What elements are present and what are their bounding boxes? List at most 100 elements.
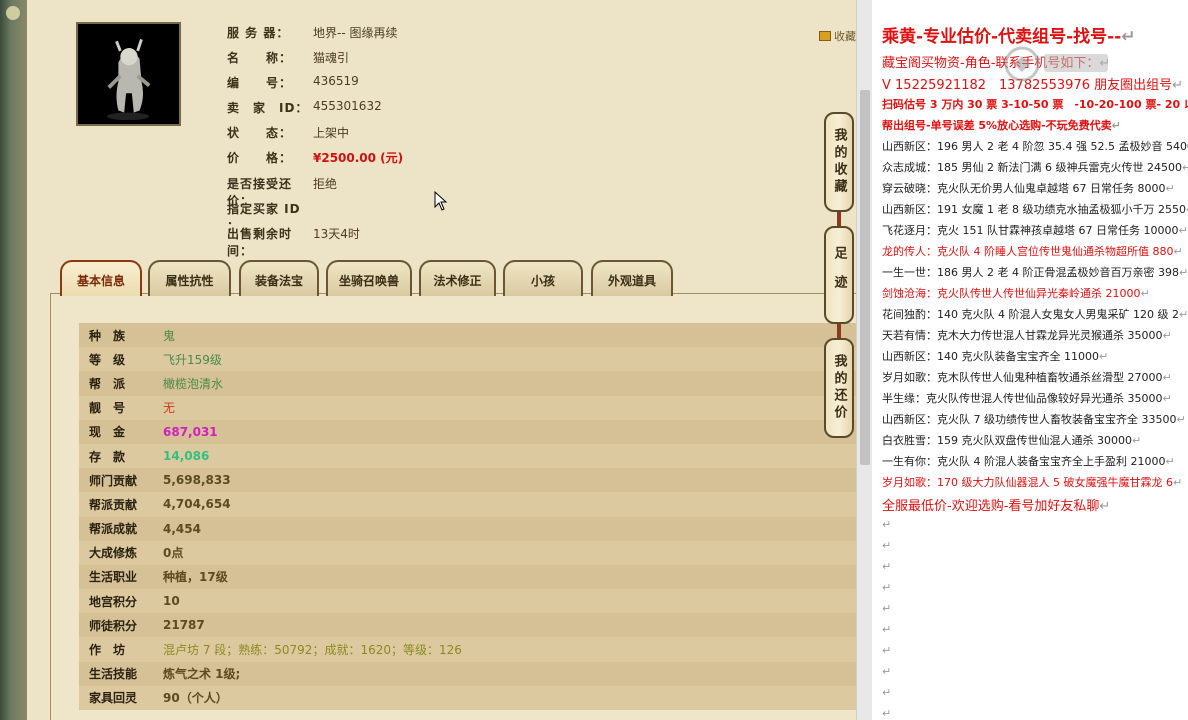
stats-value: 10	[163, 594, 180, 609]
paragraph-mark-icon: ↵	[1162, 329, 1172, 342]
paragraph-mark-icon: ↵	[1131, 434, 1142, 447]
document-line: 剑蚀沧海：克火队传世人传世仙异光秦岭通杀 21000↵	[882, 285, 1150, 301]
stats-row: 师门贡献 5,698,833	[79, 468, 856, 493]
document-line-text: 全服最低价-欢迎选购-看号加好友私聊	[882, 499, 1100, 514]
info-row: 状 态： 上架中	[227, 124, 349, 144]
stats-key: 生活技能	[89, 667, 138, 682]
info-row: 出售剩余时间： 13天4时	[227, 225, 360, 258]
paragraph-mark-icon: ↵	[1181, 161, 1188, 174]
tab-4[interactable]: 法术修正	[419, 260, 496, 296]
document-line-text: 山西新区：140 克火队装备宝宝齐全 11000	[882, 350, 1099, 363]
document-line: 白衣胜雪：159 克火队双盘传世仙混人通杀 30000↵	[882, 432, 1141, 448]
add-favorite-link[interactable]: 收藏	[819, 28, 856, 44]
stats-row: 存 款 14,086	[79, 443, 856, 469]
stats-row: 大成修炼 0点	[79, 540, 856, 565]
side-button-label: 我的收藏	[831, 128, 847, 196]
page-scrollbar[interactable]	[856, 0, 872, 720]
empty-paragraph-mark-icon: ↵	[882, 539, 892, 552]
empty-paragraph-mark-icon: ↵	[882, 623, 892, 636]
document-line: 花间独酌：140 克火队 4 阶混人女鬼女人男鬼采矿 120 级 2↵	[882, 306, 1188, 322]
tab-1[interactable]: 属性抗性	[148, 260, 231, 296]
tab-3[interactable]: 坐骑召唤兽	[326, 260, 412, 296]
stats-key: 帮 派	[89, 376, 126, 391]
document-line-text: 穿云破晓：克火队无价男人仙鬼卓越塔 67 日常任务 8000	[882, 182, 1166, 195]
stats-row: 等 级 飞升159级	[79, 347, 856, 372]
detail-panel: 种 族 鬼等 级 飞升159级帮 派 橄榄泡清水靓 号 无现 金 687,031 存 款 14…	[50, 293, 856, 720]
document-line: 飞花逐月：克火 151 队甘霖神孩卓越塔 67 日常任务 10000↵	[882, 222, 1188, 238]
document-line: 穿云破晓：克火队无价男人仙鬼卓越塔 67 日常任务 8000↵	[882, 180, 1175, 196]
document-line: 山西新区：140 克火队装备宝宝齐全 11000↵	[882, 348, 1108, 364]
trade-item-page: 服 务 器： 地界-- 图缘再续名 称： 猫魂引编 号： 436519 卖 家 ID： 4…	[27, 0, 856, 720]
stats-key: 现 金	[89, 425, 126, 440]
stats-value: 4,454	[163, 521, 201, 536]
stats-value: 种植，17级	[163, 570, 228, 585]
document-line-text: 众志成城：185 男仙 2 新法门满 6 级神兵雷克火传世 24500	[882, 161, 1182, 174]
document-line-text: 山西新区：克火队 7 级功绩传世人畜牧装备宝宝齐全 33500	[882, 413, 1177, 426]
paragraph-mark-icon: ↵	[1165, 455, 1175, 468]
stats-key: 存 款	[89, 449, 126, 464]
info-label: 名 称：	[227, 51, 293, 65]
paragraph-mark-icon: ↵	[1099, 499, 1111, 514]
info-row: 服 务 器： 地界-- 图缘再续	[227, 24, 397, 44]
stats-row: 种 族鬼	[79, 323, 856, 348]
add-favorite-label: 收藏	[834, 30, 856, 43]
tab-5[interactable]: 小孩	[503, 260, 583, 296]
info-row: 指定买家 ID ：	[227, 200, 313, 233]
stats-key: 生活职业	[89, 570, 138, 585]
stats-row: 地宫积分 10	[79, 589, 856, 614]
stats-row: 现 金 687,031	[79, 419, 856, 444]
empty-paragraph-mark-icon: ↵	[882, 665, 892, 678]
paragraph-mark-icon: ↵	[1098, 350, 1109, 363]
stats-value: 90（个人）	[163, 691, 228, 706]
stats-key: 师门贡献	[89, 473, 138, 488]
tab-0[interactable]: 基本信息	[60, 260, 142, 296]
document-line: 龙的传人：克火队 4 阶睡人宫位传世鬼仙通杀物超所值 880↵	[882, 243, 1183, 259]
document-line-text: 白衣胜雪：159 克火队双盘传世仙混人通杀 30000	[882, 434, 1132, 447]
stats-value: 21787	[163, 618, 205, 633]
scrollbar-thumb[interactable]	[860, 90, 870, 465]
info-value: 地界-- 图缘再续	[313, 26, 398, 40]
document-line-text: 山西新区：191 女魔 1 老 8 级功绩克水抽孟极狐小千万 2550	[882, 203, 1186, 216]
info-label: 服 务 器：	[227, 26, 290, 40]
tab-2[interactable]: 装备法宝	[239, 260, 319, 296]
stats-row: 帮派贡献 4,704,654	[79, 492, 856, 517]
my-favorites-button[interactable]: 我的收藏	[824, 112, 854, 212]
paragraph-mark-icon: ↵	[1178, 266, 1188, 279]
stats-row: 生活技能 炼气之术 1级;	[79, 661, 856, 686]
stats-key: 家具回灵	[89, 691, 138, 706]
stats-value: 飞升159级	[163, 352, 222, 367]
tab-6[interactable]: 外观道具	[591, 260, 673, 296]
stats-key: 等 级	[89, 352, 126, 367]
side-button-label: 我的还价	[831, 354, 847, 422]
document-line: 山西新区：克火队 7 级功绩传世人畜牧装备宝宝齐全 33500↵	[882, 411, 1186, 427]
document-line-text: 扫码估号 3 万内 30 票 3-10-50 票 -10-20-100 票- 2…	[882, 98, 1188, 111]
footprints-button[interactable]: 足迹	[824, 226, 854, 324]
document-line-text: 剑蚀沧海：克火队传世人传世仙异光秦岭通杀 21000	[882, 287, 1141, 300]
mouse-cursor-icon	[434, 191, 448, 211]
empty-paragraph-mark-icon: ↵	[882, 686, 892, 699]
stats-row: 师徒积分 21787	[79, 613, 856, 638]
document-line: 一生一世：186 男人 2 老 4 阶正骨混孟极妙音百万亲密 398↵	[882, 264, 1188, 280]
info-label: 状 态：	[227, 126, 293, 140]
left-window-edge	[0, 0, 27, 720]
my-offers-button[interactable]: 我的还价	[824, 338, 854, 438]
info-label: 编 号：	[227, 76, 293, 90]
empty-paragraph-mark-icon: ↵	[882, 581, 892, 594]
info-value: 13天4时	[313, 227, 360, 241]
paragraph-mark-icon: ↵	[1140, 287, 1150, 300]
paragraph-mark-icon: ↵	[1173, 245, 1183, 258]
character-portrait	[76, 22, 181, 126]
stats-table: 种 族 鬼等 级 飞升159级帮 派 橄榄泡清水靓 号 无现 金 687,031 存 款 14…	[79, 323, 856, 710]
document-line-text: 天若有情：克木大力传世混人甘霖龙异光灵猴通杀 35000	[882, 329, 1163, 342]
document-line-text: 帮出组号-单号误差 5%放心选购-不玩免费代卖	[882, 119, 1112, 132]
document-line-text: 飞花逐月：克火 151 队甘霖神孩卓越塔 67 日常任务 10000	[882, 224, 1179, 237]
info-row: 价 格： ¥2500.00 (元)	[227, 149, 403, 169]
info-row: 编 号： 436519	[227, 74, 359, 94]
document-line: 山西新区：191 女魔 1 老 8 级功绩克水抽孟极狐小千万 2550↵	[882, 201, 1188, 217]
info-label: 出售剩余时间：	[227, 227, 293, 258]
stats-key: 种 族	[89, 328, 126, 343]
stats-value: 橄榄泡清水	[163, 376, 224, 391]
document-line: 岁月如歌：170 级大力队仙器混人 5 破女魔强牛魔甘霖龙 6↵	[882, 474, 1182, 490]
stats-key: 帮派贡献	[89, 497, 138, 512]
stats-value: 炼气之术 1级;	[163, 667, 241, 682]
